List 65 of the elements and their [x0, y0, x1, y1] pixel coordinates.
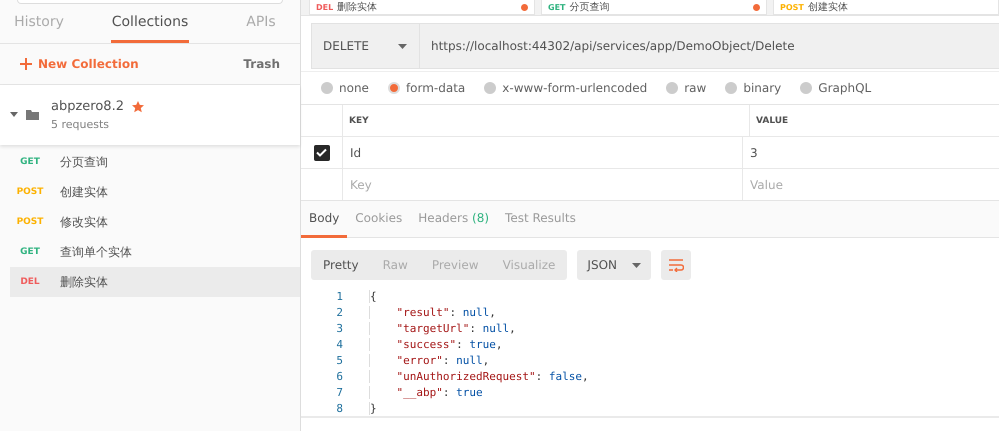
method-label: GET — [19, 247, 41, 257]
radio-option[interactable]: form-data — [388, 81, 466, 95]
radio-button[interactable] — [388, 82, 400, 94]
request-name: 分页查询 — [60, 154, 108, 170]
request-item[interactable]: GET 查询单个实体 — [10, 237, 300, 267]
sidebar-tab[interactable]: Collections — [111, 4, 189, 43]
code-line: "result": null, — [369, 306, 496, 318]
line-number: 5 — [335, 354, 344, 366]
code-line: "__abp": true — [369, 386, 483, 398]
request-item[interactable]: GET 分页查询 — [10, 147, 300, 177]
radio-button[interactable] — [666, 82, 678, 94]
request-tab[interactable]: GET 分页查询 — [541, 0, 767, 15]
caret-icon — [632, 262, 642, 268]
code-line: } — [369, 402, 377, 414]
radio-option[interactable]: GraphQL — [800, 81, 872, 95]
collection-header[interactable]: abpzero8.2 5 requests — [0, 85, 300, 145]
request-tab[interactable]: POST 创建实体 — [773, 0, 999, 15]
line-number: 8 — [335, 402, 344, 414]
request-item[interactable]: DEL 删除实体 — [10, 267, 300, 297]
radio-button[interactable] — [725, 82, 738, 94]
radio-button[interactable] — [800, 82, 812, 94]
radio-option[interactable]: binary — [725, 81, 782, 95]
radio-button[interactable] — [321, 82, 333, 94]
line-number: 2 — [335, 306, 344, 318]
request-count: 5 requests — [51, 118, 110, 131]
check-icon — [316, 148, 327, 157]
line-number: 6 — [335, 370, 344, 382]
table-cell-text: 3 — [749, 144, 759, 162]
line-number: 3 — [335, 322, 344, 334]
method-label: POST — [16, 217, 44, 227]
collection-name: abpzero8.2 — [51, 99, 124, 114]
column-header: KEY — [343, 105, 750, 136]
wrap-button[interactable] — [661, 250, 692, 280]
radio-button[interactable] — [484, 82, 496, 94]
request-name: 查询单个实体 — [60, 244, 132, 260]
method-label: DEL — [19, 277, 41, 287]
view-mode-tab[interactable]: Pretty — [311, 250, 371, 280]
plus-icon — [20, 58, 32, 70]
radio-option[interactable]: none — [321, 81, 369, 95]
code-line: "unAuthorizedRequest": false, — [369, 370, 589, 382]
request-name: 创建实体 — [60, 184, 108, 200]
line-number: 1 — [335, 290, 344, 302]
wrap-lines-icon — [668, 258, 684, 272]
request-item[interactable]: POST 修改实体 — [10, 207, 300, 237]
code-line: { — [369, 290, 377, 302]
response-tab[interactable]: Body — [301, 201, 348, 238]
method-label: GET — [19, 157, 41, 167]
method-label: POST — [16, 187, 44, 197]
request-tab[interactable]: DEL 删除实体 — [309, 0, 535, 15]
request-name: 删除实体 — [60, 274, 108, 290]
radio-option[interactable]: raw — [666, 81, 706, 95]
code-line: "error": null, — [369, 354, 490, 366]
line-number: 4 — [335, 338, 344, 350]
code-line: "success": true, — [369, 338, 502, 350]
trash-button[interactable]: Trash — [243, 57, 280, 71]
radio-option[interactable]: x-www-form-urlencoded — [484, 81, 648, 95]
table-cell: Id — [343, 137, 743, 168]
request-item[interactable]: POST 创建实体 — [10, 177, 300, 207]
request-name: 修改实体 — [60, 214, 108, 230]
checkbox[interactable] — [314, 144, 330, 160]
code-line: "targetUrl": null, — [369, 322, 516, 334]
format-dropdown[interactable]: JSON — [577, 250, 652, 280]
line-number: 7 — [335, 386, 344, 398]
column-header: VALUE — [755, 114, 790, 128]
folder-icon — [26, 110, 39, 120]
